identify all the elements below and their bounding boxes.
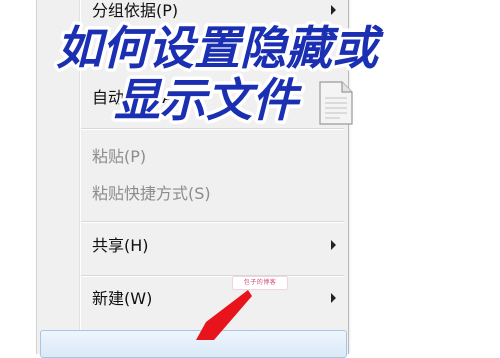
menu-item-highlighted[interactable] xyxy=(40,330,347,358)
menu-item-auto-arrange[interactable]: 自动排列(A) xyxy=(37,83,348,113)
submenu-arrow-icon xyxy=(331,293,336,303)
background-left xyxy=(0,0,36,340)
menu-item-paste-shortcut[interactable]: 粘贴快捷方式(S) xyxy=(37,179,348,209)
menu-item-new[interactable]: 新建(W) xyxy=(37,284,348,314)
submenu-arrow-icon xyxy=(331,5,336,15)
menu-item-label: 新建(W) xyxy=(92,289,153,308)
watermark-tag: 包子的博客 xyxy=(232,276,288,290)
context-menu: 分组依据(P) 自动排列(A) 粘贴(P) 粘贴快捷方式(S) 共享(H) 新建… xyxy=(36,0,349,358)
menu-separator xyxy=(81,128,344,130)
menu-item-label: 分组依据(P) xyxy=(92,1,179,20)
menu-separator xyxy=(81,221,344,223)
menu-item-share[interactable]: 共享(H) xyxy=(37,231,348,261)
background-right xyxy=(347,0,500,340)
menu-item-label: 共享(H) xyxy=(92,236,149,255)
menu-separator xyxy=(81,275,344,277)
menu-item-label: 自动排列(A) xyxy=(92,88,180,107)
menu-item-label: 粘贴(P) xyxy=(92,147,147,166)
document-icon xyxy=(319,81,353,125)
menu-item-paste[interactable]: 粘贴(P) xyxy=(37,142,348,172)
submenu-arrow-icon xyxy=(331,240,336,250)
menu-item-label: 粘贴快捷方式(S) xyxy=(92,184,211,203)
menu-item-group-by[interactable]: 分组依据(P) xyxy=(37,0,348,26)
